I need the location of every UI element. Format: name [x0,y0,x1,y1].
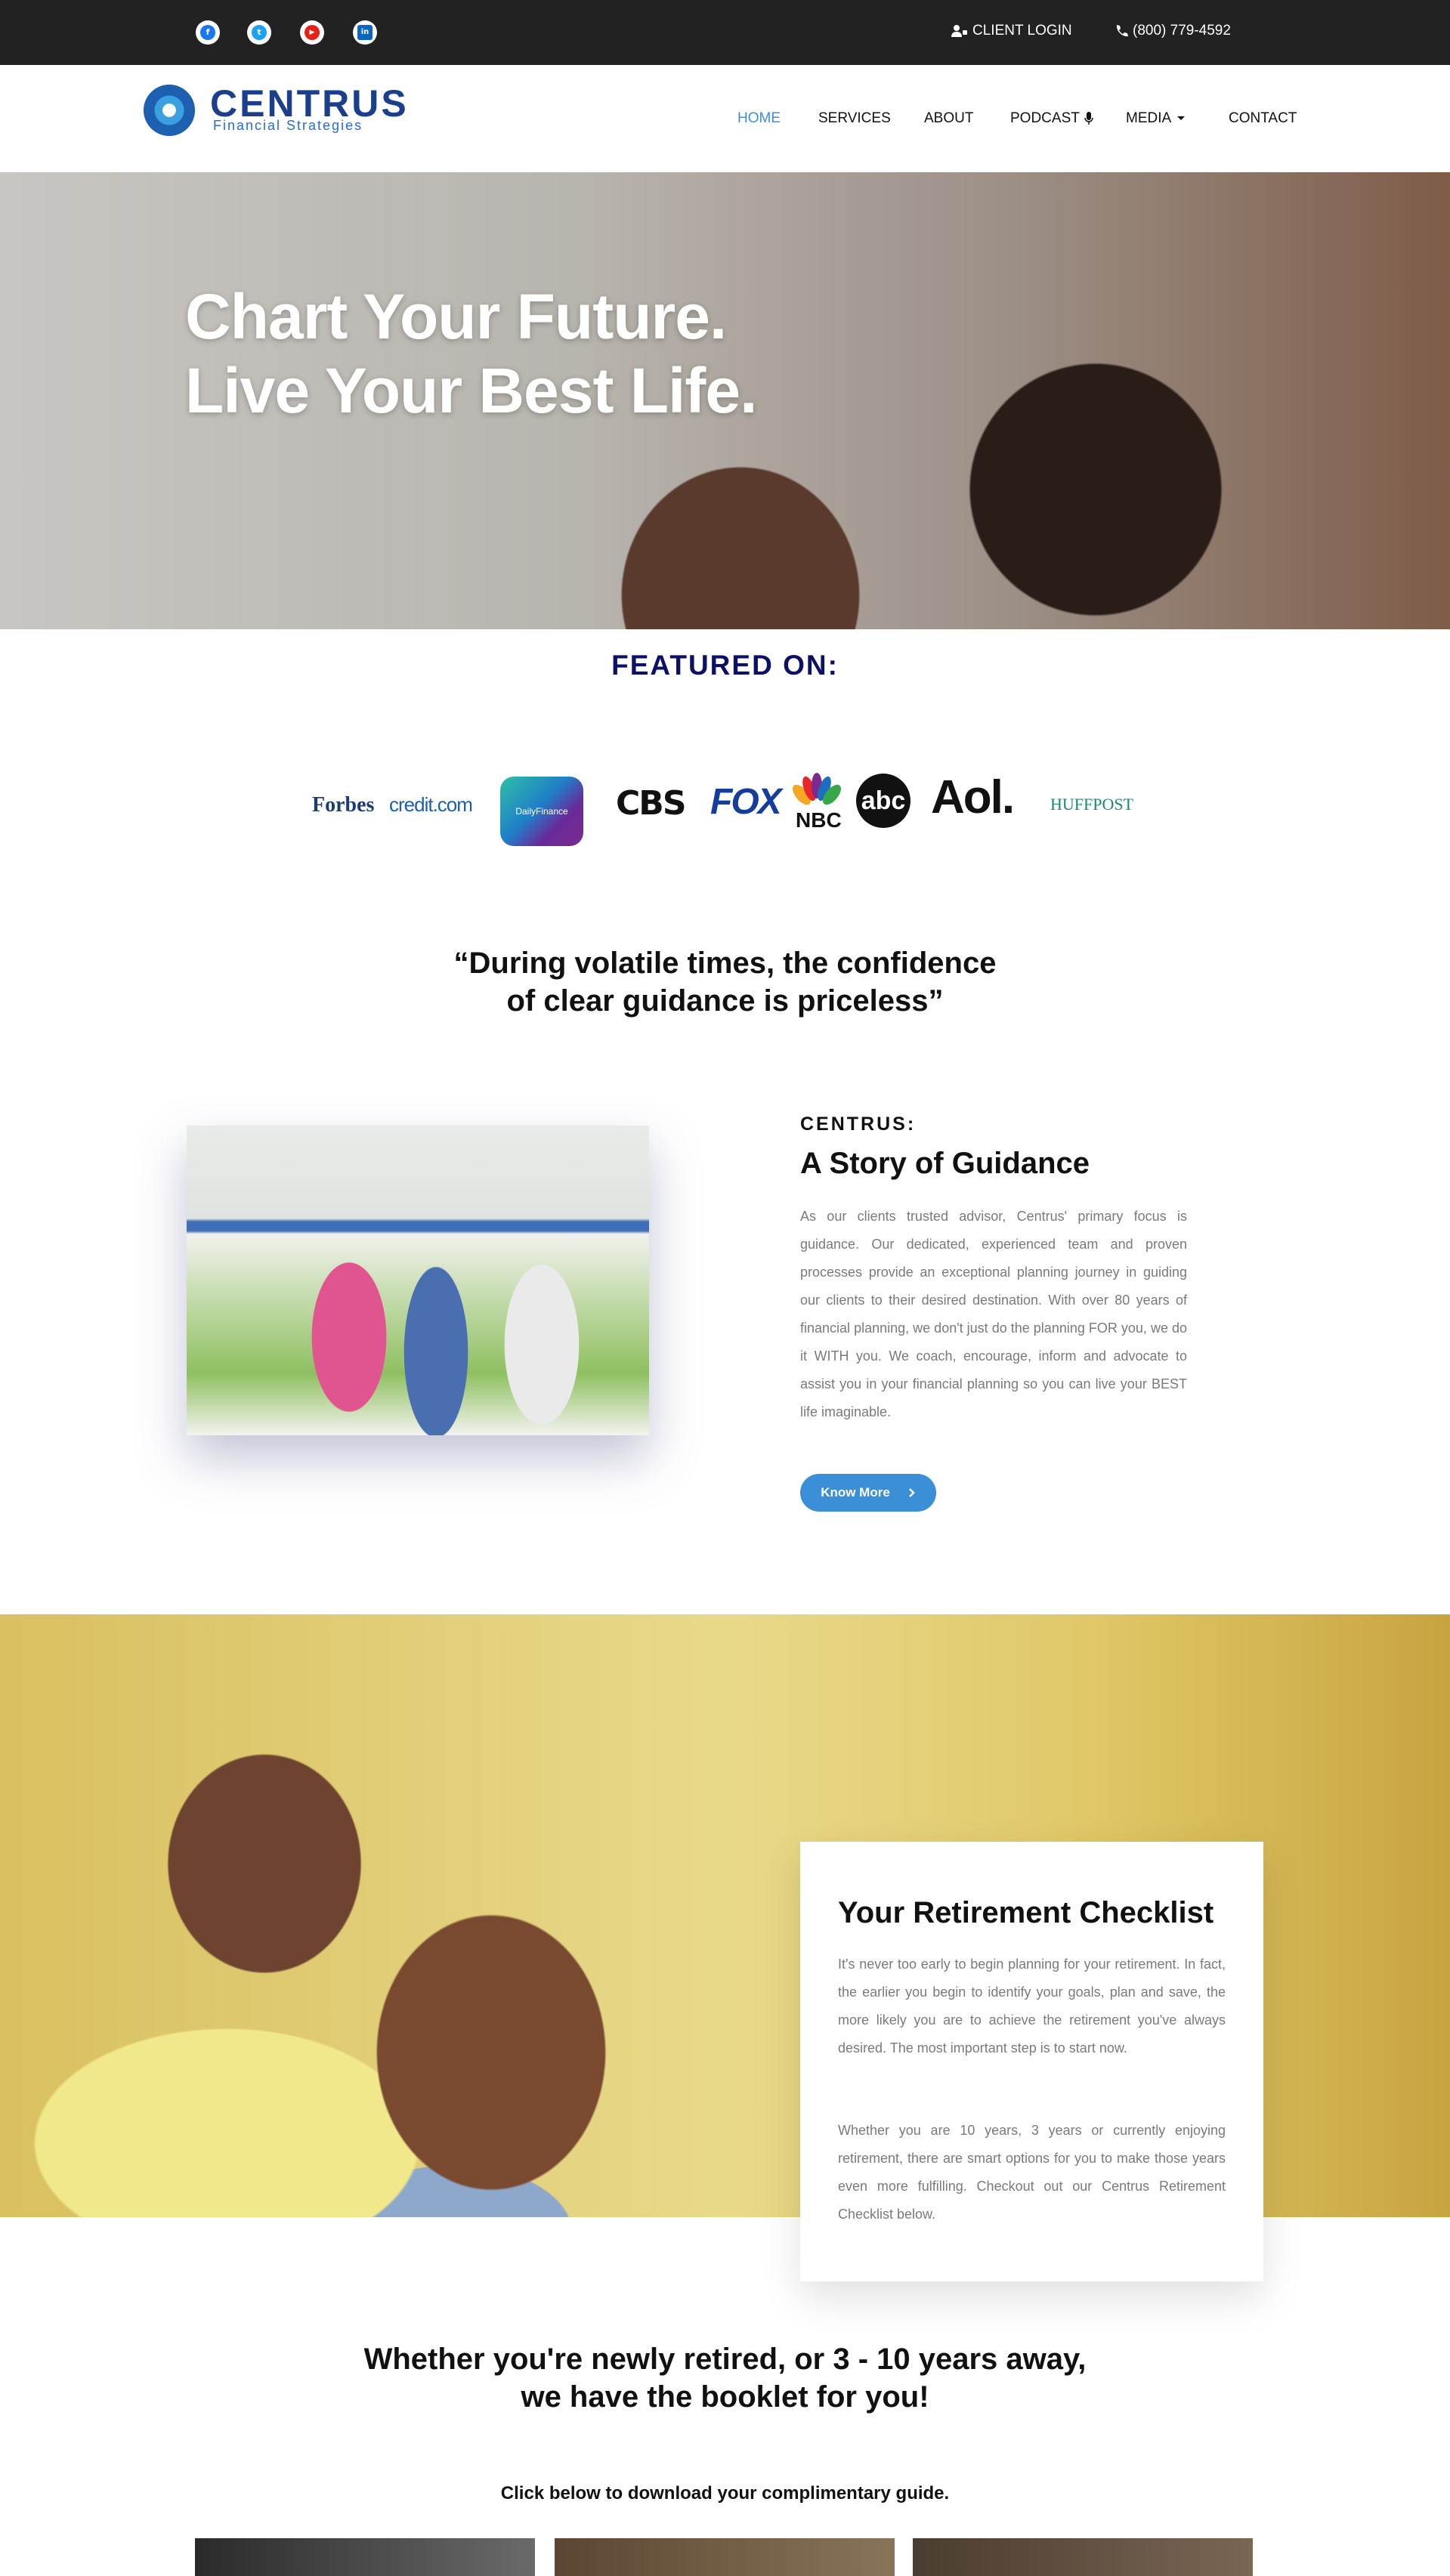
booklet-line-2: we have the booklet for you! [521,2380,929,2414]
linkedin-link[interactable]: in [353,20,377,45]
youtube-link[interactable]: ▶ [300,20,324,45]
featured-heading: FEATURED ON: [611,650,839,681]
nav-media-label: MEDIA [1126,110,1172,126]
phone-link[interactable]: (800) 779-4592 [1115,23,1231,39]
facebook-icon: f [200,25,215,40]
twitter-link[interactable]: t [247,20,271,45]
nav-media[interactable]: MEDIA [1126,110,1186,127]
nav-podcast-label: PODCAST [1010,110,1080,126]
retirement-paragraph-2: Whether you are 10 years, 3 years or cur… [838,2123,1226,2222]
booklet-line-1: Whether you're newly retired, or 3 - 10 … [363,2343,1087,2376]
forbes-logo: Forbes [312,793,375,817]
twitter-icon: t [252,25,267,40]
peacock-icon [793,773,841,805]
nav-home[interactable]: HOME [737,110,781,127]
hero-headline: Chart Your Future. Live Your Best Life. [185,280,757,428]
abc-logo: abc [856,774,911,828]
know-more-label: Know More [821,1485,890,1500]
guidance-quote: “During volatile times, the confidence o… [0,944,1450,1020]
nbc-text: NBC [796,808,842,832]
nav-services[interactable]: SERVICES [818,110,891,127]
booklet-thumbnail-1[interactable] [195,2538,535,2576]
nav-about-label: ABOUT [924,110,974,126]
media-logos-row: Forbes credit.com DailyFinance CBS FOX N… [310,763,1141,850]
quote-line-1: “During volatile times, the confidence [453,947,997,980]
youtube-icon: ▶ [305,25,320,40]
hero-line-1: Chart Your Future. [185,281,727,352]
chevron-down-icon [1177,116,1186,120]
retirement-checklist-card: Your Retirement Checklist It's never too… [800,1842,1263,2281]
client-login-label: CLIENT LOGIN [972,23,1072,39]
brand-tagline: Financial Strategies [213,118,363,133]
top-bar: f t ▶ in CLIENT LOGIN (800) 779-4592 [0,0,1450,65]
retirement-paragraph-1: It's never too early to begin planning f… [838,1957,1226,2056]
nav-contact-label: CONTACT [1229,110,1297,126]
story-eyebrow: CENTRUS: [800,1113,917,1135]
nav-services-label: SERVICES [818,110,891,126]
huffpost-logo: HUFFPOST [1050,795,1134,814]
booklet-cta: Click below to download your complimenta… [500,2483,950,2503]
nav-about[interactable]: ABOUT [924,110,973,127]
family-photo [187,1126,649,1435]
linkedin-icon: in [357,25,373,40]
know-more-button[interactable]: Know More [800,1474,936,1512]
dailyfinance-logo: DailyFinance [500,777,583,846]
phone-number: (800) 779-4592 [1133,23,1231,39]
chevron-right-icon [908,1488,915,1497]
retirement-card-title: Your Retirement Checklist [838,1896,1214,1929]
client-login-link[interactable]: CLIENT LOGIN [951,23,1072,39]
quote-line-2: of clear guidance is priceless” [506,984,944,1018]
nav-contact[interactable]: CONTACT [1229,110,1297,127]
cbs-logo: CBS [616,784,687,823]
fox-logo: FOX [710,782,782,822]
booklet-thumbnail-3[interactable] [913,2538,1253,2576]
credit-com-logo: credit.com [389,793,473,816]
nav-home-label: HOME [737,110,781,126]
booklet-thumbnail-2[interactable] [555,2538,895,2576]
hero-line-2: Live Your Best Life. [185,355,757,426]
booklet-heading: Whether you're newly retired, or 3 - 10 … [0,2340,1450,2416]
microphone-icon [1084,112,1093,125]
nav-podcast[interactable]: PODCAST [1010,110,1093,127]
phone-icon [1116,25,1128,37]
story-title: A Story of Guidance [800,1147,1090,1180]
aol-logo: Aol. [931,771,1015,823]
user-icon [951,25,967,37]
story-body: As our clients trusted advisor, Centrus'… [800,1209,1187,1419]
facebook-link[interactable]: f [196,20,220,45]
centrus-logo-icon[interactable] [144,85,195,136]
nbc-logo: NBC [790,772,844,832]
